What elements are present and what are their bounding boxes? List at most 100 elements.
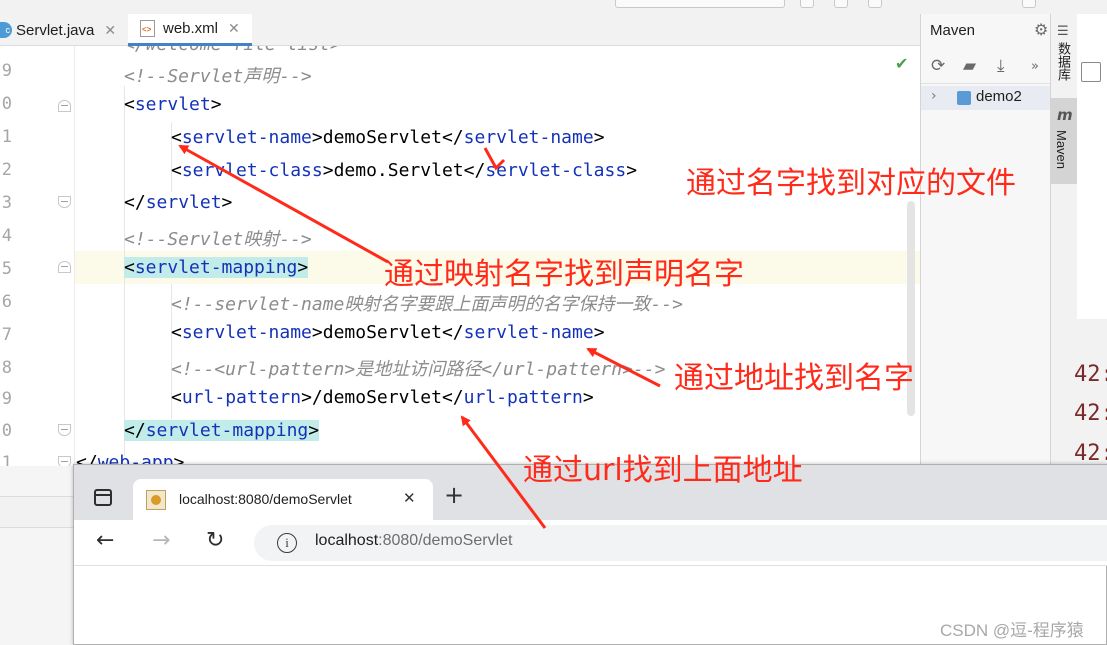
xml-tag: servlet-name: [463, 127, 594, 148]
browser-tab[interactable]: localhost:8080/demoServlet ✕: [133, 479, 433, 520]
xml-tag: url-pattern: [463, 387, 583, 408]
line-gutter: 9 0 1 2 3 4 5 6 7 8 9 0 1: [0, 46, 75, 466]
back-icon[interactable]: ←: [96, 528, 114, 553]
ide-status-bar: [0, 496, 74, 528]
tab-web-xml[interactable]: web.xml ✕: [128, 14, 252, 46]
code-line: <url-pattern>/demoServlet</url-pattern>: [171, 387, 594, 408]
ide-bottom-area: [0, 466, 74, 645]
xml-tag: servlet-class: [485, 160, 627, 181]
line-number: 0: [1, 421, 12, 441]
line-number: 8: [1, 358, 12, 378]
xml-tag: servlet-name: [181, 322, 312, 343]
line-number: 0: [1, 94, 12, 114]
fold-icon[interactable]: [58, 456, 71, 466]
more-icon[interactable]: »: [1031, 59, 1039, 74]
line-number: 5: [1, 259, 12, 279]
log-text: 42:: [1074, 441, 1107, 466]
xml-tag: servlet-mapping: [134, 257, 298, 278]
maven-tree-item[interactable]: › demo2: [921, 86, 1051, 110]
maven-toolbar: ⟳ ▰ ⤓ »: [921, 50, 1051, 84]
xml-tag: url-pattern: [181, 387, 302, 408]
code-line: <servlet>: [124, 94, 222, 115]
close-tab-icon[interactable]: ✕: [403, 489, 416, 507]
site-info-icon[interactable]: i: [277, 533, 297, 553]
xml-text: demo.Servlet: [333, 160, 464, 181]
annotation-text: 通过地址找到名字: [674, 361, 914, 396]
xml-text: /demoServlet: [311, 387, 442, 408]
annotation-text: 通过名字找到对应的文件: [686, 166, 1016, 201]
folder-icon[interactable]: ▰: [963, 56, 976, 76]
code-line: </servlet-mapping>: [124, 420, 320, 441]
xml-tag: servlet-class: [181, 160, 323, 181]
xml-tag: servlet-name: [463, 322, 594, 343]
fold-icon[interactable]: [58, 196, 71, 208]
line-number: 7: [1, 325, 12, 345]
xml-tag: servlet-mapping: [145, 420, 309, 441]
fold-icon[interactable]: [58, 424, 71, 436]
xml-file-icon: [140, 20, 155, 37]
close-icon[interactable]: ✕: [228, 20, 240, 37]
maven-module-icon: [957, 91, 971, 105]
fold-icon[interactable]: [58, 261, 71, 273]
tab-actions-icon[interactable]: [94, 489, 112, 506]
chevron-right-icon[interactable]: ›: [931, 88, 937, 104]
right-tool-strip: ☰ 数据库 m Maven: [1050, 14, 1078, 464]
csdn-watermark: CSDN @逗-程序猿: [940, 621, 1084, 640]
toolbar-button[interactable]: [868, 0, 882, 8]
code-comment: </welcome-file-list>: [124, 46, 341, 55]
java-class-icon: c: [0, 22, 12, 38]
line-number: 9: [1, 61, 12, 81]
maven-icon: m: [1057, 106, 1073, 124]
tab-label: web.xml: [163, 20, 219, 37]
code-comment: <!--servlet-name映射名字要跟上面声明的名字保持一致-->: [171, 294, 683, 315]
code-comment: <!--Servlet声明-->: [124, 66, 312, 87]
check-icon: ✔: [895, 54, 909, 73]
line-number: 4: [1, 226, 12, 246]
code-line: <servlet-class>demo.Servlet</servlet-cla…: [171, 160, 638, 181]
run-config-dropdown[interactable]: [615, 0, 785, 8]
toolbar-button[interactable]: [1022, 0, 1036, 8]
xml-tag: servlet-name: [181, 127, 312, 148]
side-tab-database[interactable]: 数据库: [1054, 42, 1073, 81]
xml-tag: servlet: [145, 192, 222, 213]
code-line: <servlet-name>demoServlet</servlet-name>: [171, 127, 605, 148]
line-number: 3: [1, 193, 12, 213]
gear-icon[interactable]: ⚙: [1034, 20, 1048, 39]
tab-label: Servlet.java: [16, 21, 95, 39]
browser-tab-title: localhost:8080/demoServlet: [179, 491, 352, 507]
refresh-icon[interactable]: ↻: [206, 528, 224, 553]
toolbar-button[interactable]: [800, 0, 814, 8]
database-icon[interactable]: ☰: [1057, 24, 1069, 39]
new-tab-icon[interactable]: +: [444, 481, 464, 509]
toolbar-button[interactable]: [834, 0, 848, 8]
xml-text: demoServlet: [322, 127, 442, 148]
code-comment: <!--Servlet映射-->: [124, 229, 312, 250]
line-number: 6: [1, 292, 12, 312]
tab-servlet-java[interactable]: c Servlet.java ✕: [0, 14, 126, 46]
line-number: 9: [1, 389, 12, 409]
url-path: :8080/demoServlet: [378, 532, 513, 549]
code-line: <servlet-name>demoServlet</servlet-name>: [171, 322, 605, 343]
reload-icon[interactable]: ⟳: [931, 56, 945, 76]
address-bar[interactable]: i localhost:8080/demoServlet: [254, 525, 1107, 561]
window-icon[interactable]: [1081, 62, 1101, 82]
far-right-area: [1077, 14, 1107, 479]
browser-toolbar: ← → ↻ i localhost:8080/demoServlet: [74, 520, 1107, 566]
maven-project-label: demo2: [976, 88, 1022, 105]
line-number: 1: [1, 127, 12, 147]
side-tab-maven[interactable]: m Maven: [1051, 98, 1078, 184]
ide-top-toolbar: [0, 0, 1107, 14]
tomcat-favicon-icon: [146, 490, 166, 510]
editor-tab-bar: c Servlet.java ✕ web.xml ✕: [0, 14, 920, 46]
side-tab-maven-label: Maven: [1054, 130, 1069, 170]
close-icon[interactable]: ✕: [104, 22, 116, 39]
fold-icon[interactable]: [58, 100, 71, 112]
url-text[interactable]: localhost:8080/demoServlet: [315, 532, 512, 550]
download-icon[interactable]: ⤓: [997, 56, 1005, 76]
forward-icon[interactable]: →: [152, 528, 170, 553]
xml-text: demoServlet: [322, 322, 442, 343]
code-line: <servlet-mapping>: [124, 257, 309, 278]
line-number: 1: [1, 453, 12, 466]
code-line: </servlet>: [124, 192, 233, 213]
code-comment: <!--<url-pattern>是地址访问路径</url-pattern>--…: [171, 359, 666, 380]
